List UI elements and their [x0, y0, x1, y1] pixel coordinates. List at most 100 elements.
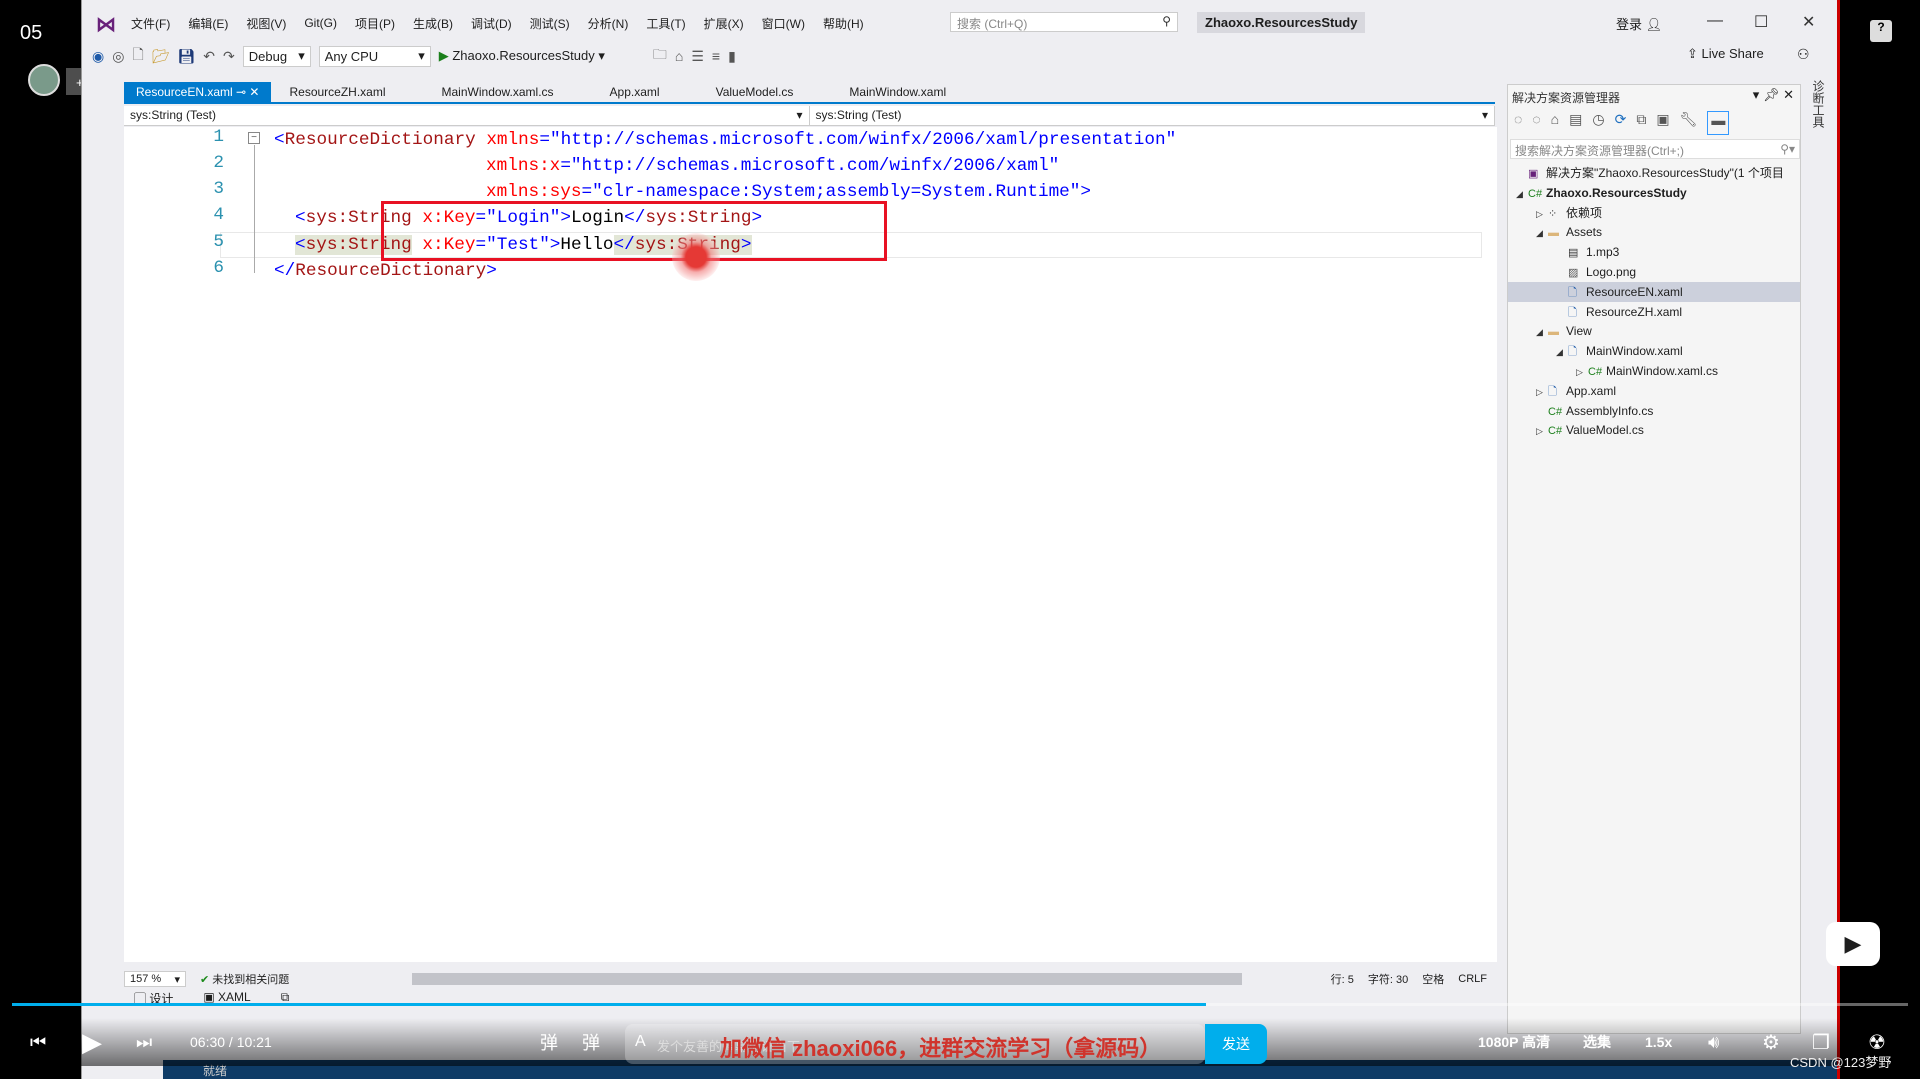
back-icon[interactable]: ◌	[1514, 111, 1522, 135]
tree-item[interactable]: ◢ ▬ Assets	[1508, 222, 1800, 242]
previous-icon[interactable]: ⏮	[30, 1032, 46, 1053]
close-button[interactable]: ✕	[1802, 12, 1815, 32]
platform-select[interactable]: Any CPU ▾	[318, 45, 431, 67]
close-icon[interactable]: ✕	[1783, 87, 1794, 102]
tree-item[interactable]: ▤ 1.mp3	[1508, 242, 1800, 262]
menu-item[interactable]: 工具(T)	[637, 15, 694, 32]
video-progress-bar[interactable]	[12, 1003, 1908, 1006]
menu-item[interactable]: 调试(D)	[462, 15, 521, 32]
menu-item[interactable]: 编辑(E)	[179, 15, 237, 32]
menu-item[interactable]: 测试(S)	[521, 15, 579, 32]
play-icon[interactable]: ▶	[82, 1027, 102, 1058]
code-editor[interactable]: 1 2 3 4 5 6 − <ResourceDictionary xmlns=…	[124, 127, 1578, 962]
danmaku-input[interactable]: A 发个友善的弹幕见证当下 加微信 zhaoxi066，进群交流学习（拿源码）	[625, 1024, 1205, 1064]
tab-mainwindow-xaml[interactable]: MainWindow.xaml	[837, 82, 958, 102]
dropdown-icon[interactable]: ▾	[1753, 87, 1760, 102]
speed-button[interactable]: 1.5x	[1645, 1034, 1672, 1050]
expand-toggle-icon[interactable]: ◢	[1556, 342, 1568, 362]
login-button[interactable]: 登录 👤︎	[1616, 14, 1662, 33]
avatar[interactable]	[28, 64, 60, 96]
menu-item[interactable]: 文件(F)	[122, 15, 179, 32]
open-icon[interactable]: 📂︎	[152, 48, 170, 65]
play-overlay-button[interactable]: ▶	[1826, 922, 1880, 966]
search-input[interactable]: 搜索 (Ctrl+Q) ⚲	[950, 12, 1178, 32]
tree-item[interactable]: ◢ 🗋︎ MainWindow.xaml	[1508, 341, 1800, 361]
send-button[interactable]: 发送	[1205, 1024, 1267, 1064]
back-icon[interactable]: ◉	[92, 48, 104, 65]
tree-item[interactable]: ▷ 🗋︎ App.xaml	[1508, 381, 1800, 401]
tab-resourcezh-xaml[interactable]: ResourceZH.xaml	[277, 82, 397, 102]
refresh-icon[interactable]: ⟳	[1615, 111, 1627, 135]
preview-icon[interactable]: ▬	[1707, 111, 1730, 135]
menu-item[interactable]: Git(G)	[295, 16, 346, 30]
pip-icon[interactable]: ❐	[1812, 1030, 1830, 1055]
danmaku-toggle-icon[interactable]: 弹	[540, 1029, 558, 1055]
forward-icon[interactable]: ◌	[1532, 111, 1540, 135]
fullscreen-icon[interactable]: ☢	[1868, 1030, 1886, 1055]
save-icon[interactable]: 💾︎	[177, 48, 195, 65]
menu-item[interactable]: 生成(B)	[404, 15, 462, 32]
tree-item[interactable]: C# AssemblyInfo.cs	[1508, 401, 1800, 421]
pin-icon[interactable]: 📌︎	[1763, 87, 1780, 102]
tree-item[interactable]: ▷ ⁘ 依赖项	[1508, 203, 1800, 223]
switch-views-icon[interactable]: ▤	[1569, 111, 1582, 135]
config-select[interactable]: Debug ▾	[242, 45, 311, 67]
bookmark-icon[interactable]: ▮	[728, 48, 736, 65]
spaces-indicator[interactable]: 空格	[1422, 971, 1444, 987]
nav-left-select[interactable]: sys:String (Test) ▾	[124, 106, 810, 125]
menu-item[interactable]: 扩展(X)	[695, 15, 753, 32]
menu-item[interactable]: 项目(P)	[346, 15, 404, 32]
expand-toggle-icon[interactable]: ▷	[1536, 421, 1548, 441]
collapse-all-icon[interactable]: ⧉	[1636, 111, 1646, 135]
menu-item[interactable]: 窗口(W)	[753, 15, 814, 32]
comment-icon[interactable]: ≡	[712, 48, 720, 64]
live-share-button[interactable]: ⇪ Live Share	[1687, 46, 1764, 62]
nav-right-select[interactable]: sys:String (Test) ▾	[810, 106, 1495, 125]
forward-icon[interactable]: ◎	[112, 48, 124, 65]
danmaku-settings-icon[interactable]: 弹	[582, 1029, 600, 1055]
properties-icon[interactable]: 🔧︎	[1680, 111, 1698, 135]
collapse-icon[interactable]: −	[248, 132, 260, 144]
undo-icon[interactable]: ↶	[203, 48, 215, 65]
volume-icon[interactable]: 🔊︎	[1708, 1032, 1719, 1053]
horizontal-scrollbar[interactable]	[412, 973, 1242, 985]
find-icon[interactable]: 🗀	[653, 44, 667, 68]
settings-icon[interactable]: ⚙	[1762, 1030, 1780, 1055]
tree-item[interactable]: 🗋︎ ResourceEN.xaml	[1508, 281, 1800, 302]
tab-mainwindow-xaml-cs[interactable]: MainWindow.xaml.cs	[430, 82, 566, 102]
expand-toggle-icon[interactable]: ▷	[1536, 382, 1548, 402]
home-icon[interactable]: ⌂	[675, 48, 683, 64]
tree-item[interactable]: ◢ C# Zhaoxo.ResourcesStudy	[1508, 183, 1800, 203]
issues-indicator[interactable]: ✔ 未找到相关问题	[200, 971, 289, 987]
expand-toggle-icon[interactable]: ▷	[1536, 204, 1548, 224]
indent-icon[interactable]: ☰	[691, 48, 704, 65]
new-project-icon[interactable]: 🗋︎	[132, 44, 143, 68]
quality-select[interactable]: 1080P 高清	[1478, 1032, 1550, 1052]
tree-item[interactable]: ▨ Logo.png	[1508, 262, 1800, 282]
expand-toggle-icon[interactable]: ◢	[1536, 223, 1548, 243]
tab-close-icon[interactable]: ⊸ ✕	[233, 85, 259, 99]
tree-item[interactable]: ▷ C# MainWindow.xaml.cs	[1508, 361, 1800, 381]
tab-app-xaml[interactable]: App.xaml	[598, 82, 672, 102]
solution-search-input[interactable]: 搜索解决方案资源管理器(Ctrl+;) ⚲▾	[1510, 139, 1800, 159]
tree-item[interactable]: ◢ ▬ View	[1508, 321, 1800, 341]
tab-resourceen-xaml[interactable]: ResourceEN.xaml ⊸ ✕	[124, 82, 272, 102]
redo-icon[interactable]: ↷	[223, 48, 235, 65]
next-icon[interactable]: ⏭	[136, 1032, 152, 1053]
tree-item[interactable]: ▷ C# ValueModel.cs	[1508, 420, 1800, 440]
tree-item[interactable]: 🗋︎ ResourceZH.xaml	[1508, 302, 1800, 322]
maximize-button[interactable]: ☐	[1754, 12, 1768, 32]
expand-toggle-icon[interactable]: ◢	[1536, 322, 1548, 342]
menu-item[interactable]: 分析(N)	[579, 15, 638, 32]
diagnostics-tools-tab[interactable]: 诊断工具	[1810, 80, 1827, 128]
minimize-button[interactable]: —	[1707, 12, 1723, 30]
expand-toggle-icon[interactable]: ◢	[1516, 184, 1528, 204]
expand-toggle-icon[interactable]: ▷	[1576, 362, 1588, 382]
menu-item[interactable]: 视图(V)	[237, 15, 295, 32]
text-style-icon[interactable]: A	[635, 1033, 646, 1051]
episodes-button[interactable]: 选集	[1583, 1032, 1611, 1052]
tab-valuemodel-cs[interactable]: ValueModel.cs	[704, 82, 806, 102]
history-icon[interactable]: ◷	[1592, 111, 1604, 135]
help-icon[interactable]: ?	[1870, 20, 1892, 42]
eol-indicator[interactable]: CRLF	[1458, 973, 1487, 985]
